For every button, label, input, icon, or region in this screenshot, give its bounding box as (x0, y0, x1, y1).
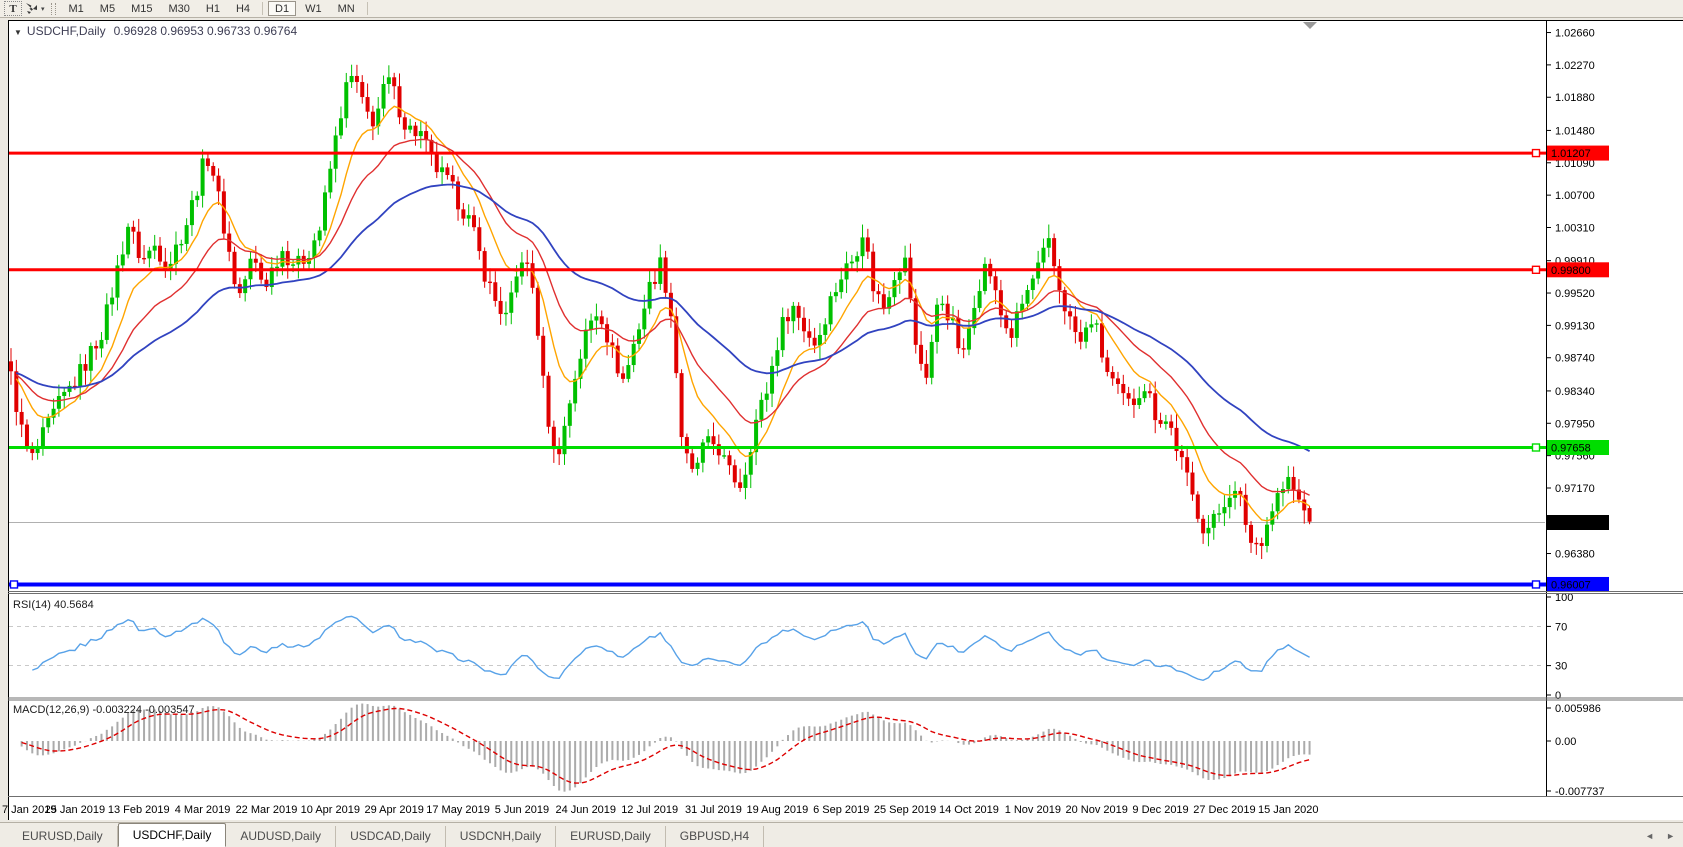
svg-text:9 Dec 2019: 9 Dec 2019 (1132, 804, 1188, 816)
timeframe-buttons: M1M5M15M30H1H4 D1W1MN (61, 1, 372, 16)
svg-text:4 Mar 2019: 4 Mar 2019 (175, 804, 231, 816)
toolbar-grip (51, 3, 56, 15)
svg-text:0.00: 0.00 (1555, 736, 1576, 748)
svg-text:25 Jan 2019: 25 Jan 2019 (45, 804, 106, 816)
svg-text:1 Nov 2019: 1 Nov 2019 (1005, 804, 1061, 816)
svg-text:1.02270: 1.02270 (1555, 60, 1595, 72)
svg-text:1.00700: 1.00700 (1555, 190, 1595, 202)
date-axis: 7 Jan 201925 Jan 201913 Feb 20194 Mar 20… (2, 804, 1319, 816)
timeframe-button-w1[interactable]: W1 (298, 1, 329, 16)
tab-gbpusd-h4[interactable]: GBPUSD,H4 (666, 826, 764, 847)
text-tool-icon: T (9, 3, 16, 15)
price-chart[interactable]: 1.026601.022701.018801.014801.010901.007… (0, 18, 1683, 822)
chart-plot-area[interactable] (9, 22, 1545, 591)
price-badge: 0.97658 (1547, 440, 1609, 455)
svg-text:25 Sep 2019: 25 Sep 2019 (874, 804, 936, 816)
svg-text:10 Apr 2019: 10 Apr 2019 (301, 804, 360, 816)
svg-text:1.01880: 1.01880 (1555, 92, 1595, 104)
tab-usdchf-daily[interactable]: USDCHF,Daily (118, 823, 227, 847)
svg-text:12 Jul 2019: 12 Jul 2019 (621, 804, 678, 816)
ohlc-values: 0.96928 0.96953 0.96733 0.96764 (114, 24, 298, 38)
svg-text:27 Dec 2019: 27 Dec 2019 (1193, 804, 1255, 816)
svg-text:15 Jan 2020: 15 Jan 2020 (1258, 804, 1319, 816)
tab-strip: EURUSD,DailyUSDCHF,DailyAUDUSD,DailyUSDC… (8, 823, 764, 847)
svg-text:0.97658: 0.97658 (1551, 443, 1591, 455)
svg-text:6 Sep 2019: 6 Sep 2019 (813, 804, 869, 816)
svg-text:0.97170: 0.97170 (1555, 483, 1595, 495)
arrow-styles-icon (24, 1, 39, 17)
svg-text:20 Nov 2019: 20 Nov 2019 (1065, 804, 1127, 816)
tab-usdcad-daily[interactable]: USDCAD,Daily (336, 826, 446, 847)
price-badge: 0.96764 (1547, 515, 1609, 530)
arrow-styles-button[interactable]: ▾ (24, 1, 45, 16)
tab-audusd-daily[interactable]: AUDUSD,Daily (226, 826, 336, 847)
svg-text:0.96007: 0.96007 (1551, 579, 1591, 591)
svg-text:22 Mar 2019: 22 Mar 2019 (236, 804, 298, 816)
svg-text:0.99130: 0.99130 (1555, 320, 1595, 332)
mt4-terminal: T ▾ M1M5M15M30H1H4 D1W1MN 1.02660 1.02270 1… (0, 0, 1683, 847)
timeframe-button-h4[interactable]: H4 (229, 1, 257, 16)
svg-text:14 Oct 2019: 14 Oct 2019 (939, 804, 999, 816)
text-tool-button[interactable]: T (4, 1, 22, 16)
tab-eurusd-daily[interactable]: EURUSD,Daily (8, 826, 118, 847)
tab-scroll-right-icon[interactable]: ► (1666, 831, 1675, 841)
svg-text:0.96380: 0.96380 (1555, 549, 1595, 561)
tab-scroll-left-icon[interactable]: ◄ (1645, 831, 1654, 841)
svg-text:19 Aug 2019: 19 Aug 2019 (746, 804, 808, 816)
timeframe-button-m5[interactable]: M5 (93, 1, 122, 16)
svg-text:31 Jul 2019: 31 Jul 2019 (685, 804, 742, 816)
svg-text:1.02660: 1.02660 (1555, 28, 1595, 40)
price-badge: 0.96007 (1547, 577, 1609, 592)
svg-text:24 Jun 2019: 24 Jun 2019 (555, 804, 616, 816)
svg-text:13 Feb 2019: 13 Feb 2019 (108, 804, 170, 816)
svg-text:0.005986: 0.005986 (1555, 703, 1601, 715)
timeframe-button-m15[interactable]: M15 (124, 1, 159, 16)
tab-eurusd-daily[interactable]: EURUSD,Daily (556, 826, 666, 847)
timeframe-button-h1[interactable]: H1 (199, 1, 227, 16)
rsi-indicator-label: RSI(14) 40.5684 (13, 599, 94, 611)
svg-text:0.98340: 0.98340 (1555, 386, 1595, 398)
svg-text:0.99520: 0.99520 (1555, 288, 1595, 300)
timeframe-button-d1[interactable]: D1 (268, 1, 296, 16)
svg-text:29 Apr 2019: 29 Apr 2019 (365, 804, 424, 816)
timeframe-button-mn[interactable]: MN (331, 1, 362, 16)
chart-title: ▼ USDCHF,Daily 0.96928 0.96953 0.96733 0.9… (14, 24, 297, 38)
svg-text:0.99800: 0.99800 (1551, 265, 1591, 277)
chart-tab-bar: EURUSD,DailyUSDCHF,DailyAUDUSD,DailyUSDC… (0, 822, 1683, 847)
collapse-triangle-icon: ▼ (14, 28, 22, 37)
svg-text:0.96764: 0.96764 (1551, 518, 1591, 530)
tab-scroll-buttons: ◄ ► (1645, 831, 1675, 841)
price-badge: 1.01207 (1547, 146, 1609, 161)
chevron-down-icon: ▾ (41, 5, 45, 13)
toolbar-separator (262, 2, 263, 15)
macd-indicator-label: MACD(12,26,9) -0.003224 -0.003547 (13, 704, 195, 716)
timeframe-button-m30[interactable]: M30 (161, 1, 196, 16)
svg-text:1.00310: 1.00310 (1555, 222, 1595, 234)
toolbar: T ▾ M1M5M15M30H1H4 D1W1MN (0, 0, 1683, 18)
tab-usdcnh-daily[interactable]: USDCNH,Daily (446, 826, 556, 847)
symbol-period-label: USDCHF,Daily (27, 24, 106, 38)
svg-text:17 May 2019: 17 May 2019 (426, 804, 490, 816)
timeframe-button-m1[interactable]: M1 (62, 1, 91, 16)
svg-text:5 Jun 2019: 5 Jun 2019 (495, 804, 549, 816)
svg-text:0.98740: 0.98740 (1555, 353, 1595, 365)
svg-text:0.97950: 0.97950 (1555, 418, 1595, 430)
svg-text:1.01480: 1.01480 (1555, 125, 1595, 137)
svg-text:1.01207: 1.01207 (1551, 148, 1591, 160)
toolbar-separator (367, 2, 368, 15)
svg-text:30: 30 (1555, 661, 1567, 673)
svg-text:70: 70 (1555, 621, 1567, 633)
price-badge: 0.99800 (1547, 262, 1609, 277)
